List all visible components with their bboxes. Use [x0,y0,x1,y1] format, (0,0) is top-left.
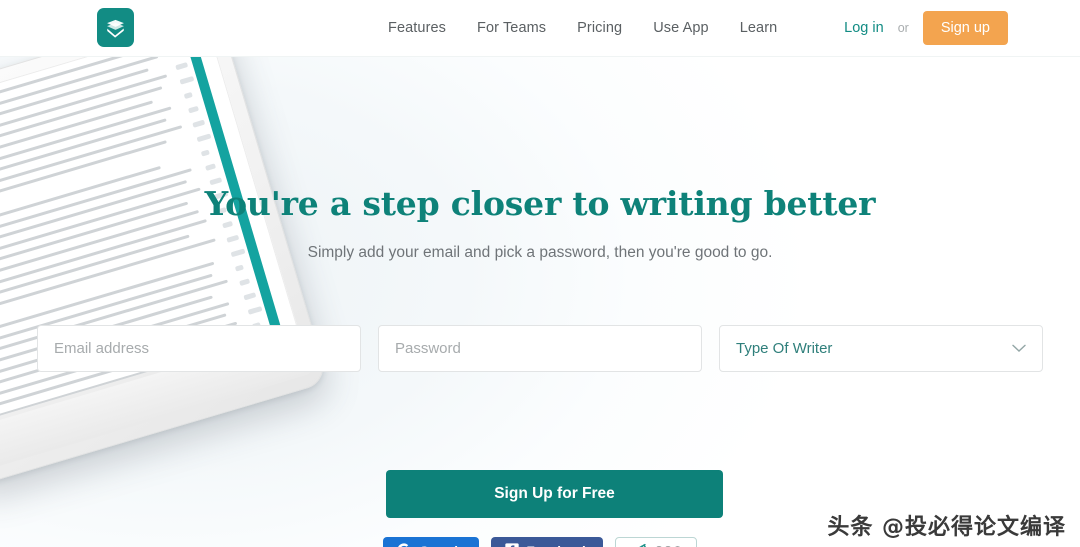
watermark-text: 头条 @投必得论文编译 [827,515,1066,540]
nav-item-for-teams[interactable]: For Teams [477,20,546,36]
email-field-placeholder: Email address [54,340,150,357]
facebook-signup-button[interactable]: Facebook [490,537,603,547]
signup-form: Email address Password Type Of Writer [37,325,1043,372]
nav-item-pricing[interactable]: Pricing [577,20,622,36]
page-title: You're a step closer to writing better [204,184,876,223]
page-subtitle: Simply add your email and pick a passwor… [307,244,773,261]
site-header: Features For Teams Pricing Use App Learn… [0,0,1080,57]
email-field[interactable]: Email address [37,325,361,372]
writer-type-select[interactable]: Type Of Writer [719,325,1043,372]
social-signup-row: Google Facebook SSO [383,537,698,547]
nav-item-learn[interactable]: Learn [740,20,778,36]
google-icon [396,542,412,547]
signup-button[interactable]: Sign up [922,11,1008,45]
auth-actions: Log in or Sign up [844,0,1008,56]
sso-signup-button[interactable]: SSO [614,537,698,547]
nav-item-features[interactable]: Features [388,20,446,36]
grammarly-logo[interactable] [97,8,134,47]
sign-up-for-free-button[interactable]: Sign Up for Free [386,470,723,518]
or-separator-label: or [897,21,909,35]
hero-section: You're a step closer to writing better S… [0,56,1080,547]
google-signup-button[interactable]: Google [383,537,479,547]
password-field-placeholder: Password [395,340,461,357]
login-link[interactable]: Log in [844,20,884,36]
key-icon [629,543,648,547]
tablet-illustration [0,56,376,493]
chevron-down-icon [1012,342,1026,355]
writer-type-value: Type Of Writer [736,340,833,357]
password-field[interactable]: Password [378,325,702,372]
tablet-body [0,56,329,488]
facebook-icon [504,542,520,547]
main-nav: Features For Teams Pricing Use App Learn [388,0,777,56]
nav-item-use-app[interactable]: Use App [653,20,709,36]
